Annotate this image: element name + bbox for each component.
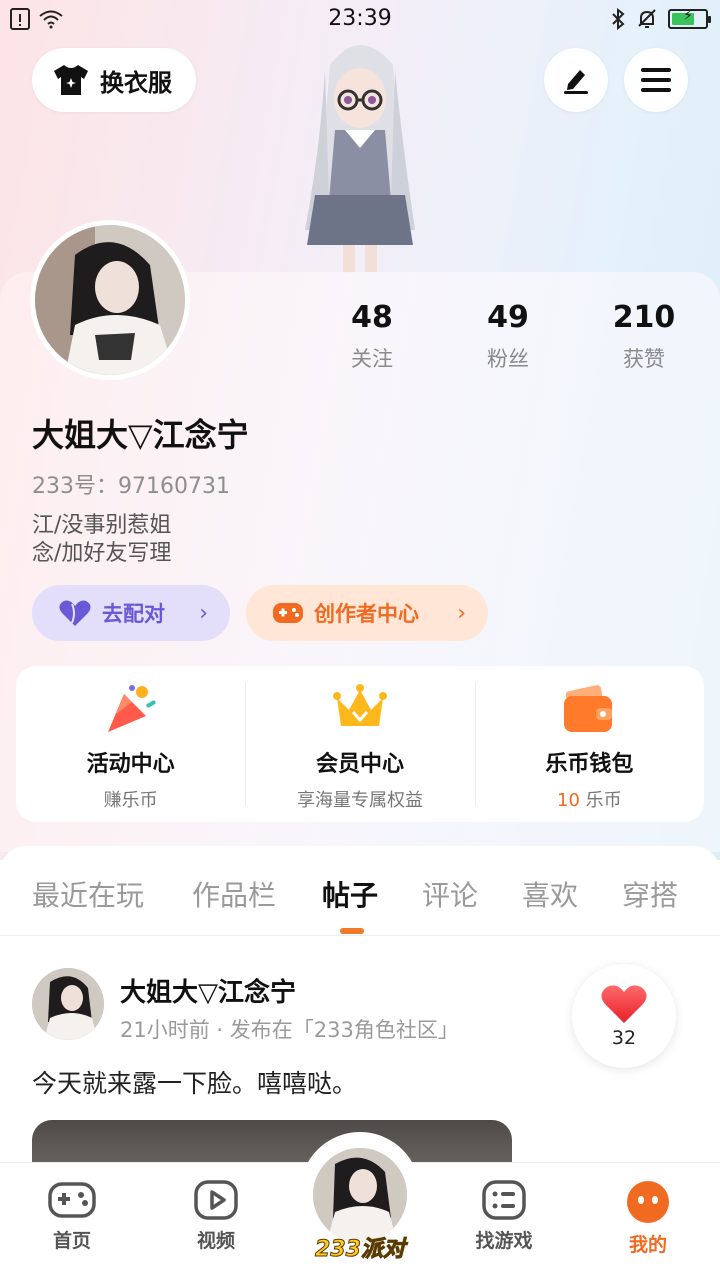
party-center-button[interactable] [310,1145,410,1245]
game-list-icon [482,1180,526,1220]
bio: 江/没事别惹姐 念/加好友写理 [32,512,171,568]
nav-label: 首页 [52,1230,91,1252]
post-text[interactable]: 今天就来露一下脸。嘻嘻哒。 [32,1064,357,1100]
post-meta: 21小时前 · 发布在「233角色社区」 [120,1018,459,1042]
nav-home[interactable]: 首页 [22,1180,122,1253]
nav-video[interactable]: 视频 [166,1180,266,1253]
post-author-name[interactable]: 大姐大▽江念宁 [120,972,296,1009]
creator-center-button[interactable]: 创作者中心 › [246,585,488,641]
pen-icon [564,70,588,94]
stat-label: 获赞 [623,347,665,371]
nav-label: 找游戏 [475,1230,533,1252]
feature-title: 乐币钱包 [545,752,634,777]
mute-bell-icon [638,9,656,28]
avatar-character-figure[interactable] [285,30,435,275]
feature-title: 活动中心 [86,752,175,777]
battery-icon: ⚡ [668,8,711,29]
bio-line: 江/没事别惹姐 [32,513,172,538]
hamburger-menu-icon [641,68,671,92]
tab-outfits[interactable]: 穿搭 [622,874,678,914]
chevron-right-icon: › [199,600,208,626]
heart-icon [601,985,647,1023]
tab-likes[interactable]: 喜欢 [522,874,578,914]
creator-center-label: 创作者中心 [314,602,419,626]
nav-find-games[interactable]: 找游戏 [454,1180,554,1253]
coin-wallet-entry[interactable]: 乐币钱包 10 乐币 [474,666,704,822]
feature-subtitle: 享海量专属权益 [296,790,423,811]
change-outfit-label: 换衣服 [100,68,172,97]
post-avatar-image [32,968,104,1040]
content-tabs: 最近在玩 作品栏 帖子 评论 喜欢 穿搭 [0,846,720,936]
post-author-avatar[interactable] [32,968,104,1040]
activity-center-entry[interactable]: 活动中心 赚乐币 [16,666,245,822]
tab-comments[interactable]: 评论 [422,874,478,914]
feature-subtitle: 赚乐币 [103,790,158,811]
tab-recently-played[interactable]: 最近在玩 [32,874,144,914]
tab-works[interactable]: 作品栏 [192,874,276,914]
profile-avatar[interactable] [30,220,190,380]
nav-label: 视频 [196,1230,235,1252]
gamepad-icon [273,603,303,623]
party-popper-icon [107,685,156,732]
stat-value: 49 [487,300,529,335]
stat-value: 210 [612,300,676,335]
stat-value: 48 [351,300,393,335]
stat-label: 粉丝 [487,347,529,371]
feature-panel: 活动中心 赚乐币 会员中心 享海量专属权益 乐币钱包 10 乐币 [16,666,704,822]
menu-button[interactable] [624,48,688,112]
nav-me[interactable]: 我的 [598,1180,698,1257]
tshirt-icon [54,65,88,95]
bio-line: 念/加好友写理 [32,541,172,566]
feature-subtitle: 10 乐币 [557,786,622,812]
stat-label: 关注 [351,347,393,371]
match-button[interactable]: 去配对 › [32,585,230,641]
like-count: 32 [611,1027,637,1049]
user-id[interactable]: 233号：97160731 [32,468,230,500]
chevron-right-icon: › [457,600,466,626]
feature-title: 会员中心 [315,752,404,777]
gamepad-home-icon [48,1182,96,1218]
bluetooth-icon [612,8,625,30]
crown-icon [332,684,387,726]
change-outfit-button[interactable]: 换衣服 [32,48,196,112]
stat-followers[interactable]: 49 粉丝 [448,300,568,373]
stat-following[interactable]: 48 关注 [312,300,432,373]
active-tab-indicator [340,928,364,934]
me-face-icon [627,1181,669,1223]
heart-match-icon [59,600,91,626]
video-play-icon [194,1180,238,1220]
tab-posts[interactable]: 帖子 [322,874,378,914]
coin-balance: 10 [557,790,580,811]
nav-label: 我的 [628,1234,667,1256]
party-avatar-image [313,1148,407,1242]
profile-photo-image [35,225,185,375]
vip-center-entry[interactable]: 会员中心 享海量专属权益 [245,666,474,822]
edit-button[interactable] [544,48,608,112]
match-label: 去配对 [102,602,165,626]
coin-unit: 乐币 [585,790,622,811]
username: 大姐大▽江念宁 [32,416,249,454]
wallet-icon [564,685,613,732]
stat-likes[interactable]: 210 获赞 [584,300,704,373]
like-button[interactable]: 32 [572,964,676,1068]
party-center-label: 233派对 [315,1237,406,1263]
